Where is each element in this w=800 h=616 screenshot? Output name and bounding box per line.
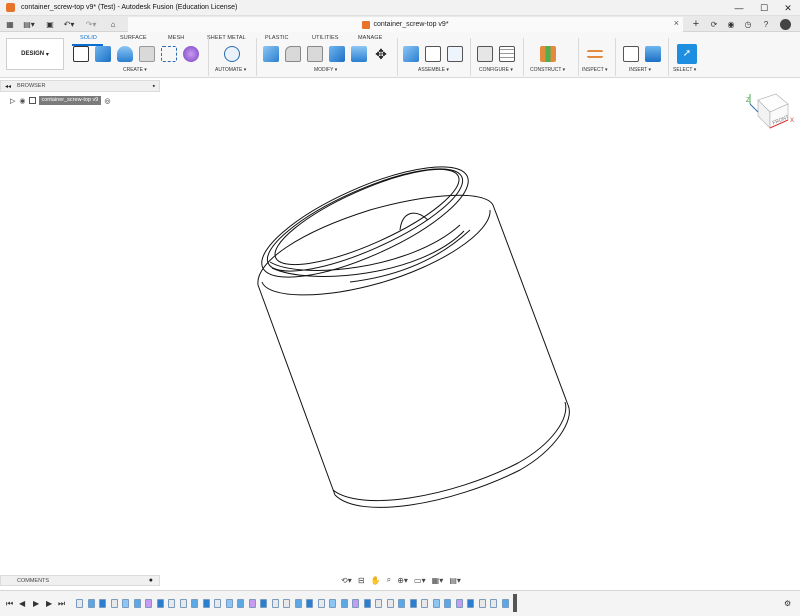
timeline-feature-icon[interactable] (490, 599, 497, 608)
timeline-feature-icon[interactable] (455, 599, 463, 608)
timeline-feature-icon[interactable] (76, 599, 83, 608)
viewports-icon[interactable]: ▤▾ (449, 576, 461, 585)
timeline-feature-icon[interactable] (421, 599, 428, 608)
timeline-feature-icon[interactable] (225, 599, 233, 608)
timeline-feature-icon[interactable] (432, 599, 440, 608)
timeline-features[interactable] (76, 598, 516, 610)
step-back-icon[interactable]: ◀ (19, 599, 25, 608)
timeline-feature-icon[interactable] (214, 599, 221, 608)
timeline-feature-icon[interactable] (283, 599, 290, 608)
display-settings-icon[interactable]: ▭▾ (414, 576, 426, 585)
zoom-window-icon[interactable]: ⊕▾ (397, 576, 408, 585)
timeline-feature-icon[interactable] (294, 599, 302, 608)
timeline-feature-icon[interactable] (352, 599, 359, 608)
look-at-icon[interactable]: ⊟ (358, 576, 365, 585)
go-to-start-icon[interactable]: ⏮ (6, 599, 13, 609)
timeline-feature-icon[interactable] (145, 599, 152, 608)
timeline-feature-icon[interactable] (168, 599, 175, 608)
timeline-feature-icon[interactable] (501, 599, 509, 608)
orbit-icon[interactable]: ⟲▾ (341, 576, 352, 585)
grid-settings-icon[interactable]: ▦▾ (432, 576, 444, 585)
neck-inner-rim (266, 168, 464, 272)
timeline-feature-icon[interactable] (271, 599, 279, 608)
timeline-feature-icon[interactable] (386, 599, 394, 608)
timeline-feature-icon[interactable] (133, 599, 141, 608)
timeline-feature-icon[interactable] (179, 599, 187, 608)
timeline-feature-icon[interactable] (329, 599, 336, 608)
timeline-feature-icon[interactable] (340, 599, 348, 608)
viewport-canvas[interactable] (0, 0, 800, 616)
timeline-feature-icon[interactable] (237, 599, 244, 608)
step-forward-icon[interactable]: ▶ (46, 599, 52, 608)
body-right-silhouette (492, 204, 569, 406)
svg-text:Z: Z (746, 98, 750, 104)
play-icon[interactable]: ▶ (33, 599, 39, 608)
timeline-feature-icon[interactable] (398, 599, 405, 608)
comments-panel-header[interactable]: COMMENTS ● (0, 575, 160, 586)
timeline-feature-icon[interactable] (409, 599, 417, 608)
timeline-feature-icon[interactable] (99, 599, 106, 608)
comments-label: COMMENTS (17, 577, 50, 584)
go-to-end-icon[interactable]: ⏭ (58, 599, 65, 609)
timeline-feature-icon[interactable] (110, 599, 118, 608)
timeline-feature-icon[interactable] (467, 599, 474, 608)
neck-outer-rim (261, 166, 469, 278)
timeline: ⏮ ◀ ▶ ▶ ⏭ ⚙ (0, 590, 800, 616)
body-left-silhouette (257, 284, 336, 496)
timeline-feature-icon[interactable] (306, 599, 313, 608)
container-model (257, 166, 570, 508)
svg-text:X: X (790, 118, 794, 124)
timeline-feature-icon[interactable] (317, 599, 325, 608)
timeline-feature-icon[interactable] (156, 599, 164, 608)
timeline-feature-icon[interactable] (260, 599, 267, 608)
navigation-bar: ⟲▾ ⊟ ✋ ⌕ ⊕▾ ▭▾ ▦▾ ▤▾ (338, 574, 464, 586)
timeline-marker[interactable] (513, 594, 517, 612)
comments-toggle-icon[interactable]: ● (149, 577, 153, 584)
timeline-feature-icon[interactable] (375, 599, 382, 608)
timeline-feature-icon[interactable] (248, 599, 256, 608)
timeline-feature-icon[interactable] (87, 599, 95, 608)
timeline-feature-icon[interactable] (363, 599, 371, 608)
body-bottom-edge (334, 404, 570, 508)
timeline-feature-icon[interactable] (444, 599, 451, 608)
timeline-feature-icon[interactable] (122, 599, 129, 608)
viewcube[interactable]: Z X FRONT (744, 90, 794, 130)
timeline-feature-icon[interactable] (191, 599, 198, 608)
timeline-feature-icon[interactable] (478, 599, 486, 608)
zoom-icon[interactable]: ⌕ (387, 575, 391, 585)
timeline-feature-icon[interactable] (202, 599, 210, 608)
timeline-settings-icon[interactable]: ⚙ (784, 599, 791, 608)
pan-icon[interactable]: ✋ (371, 576, 381, 585)
thread-start (399, 212, 429, 231)
